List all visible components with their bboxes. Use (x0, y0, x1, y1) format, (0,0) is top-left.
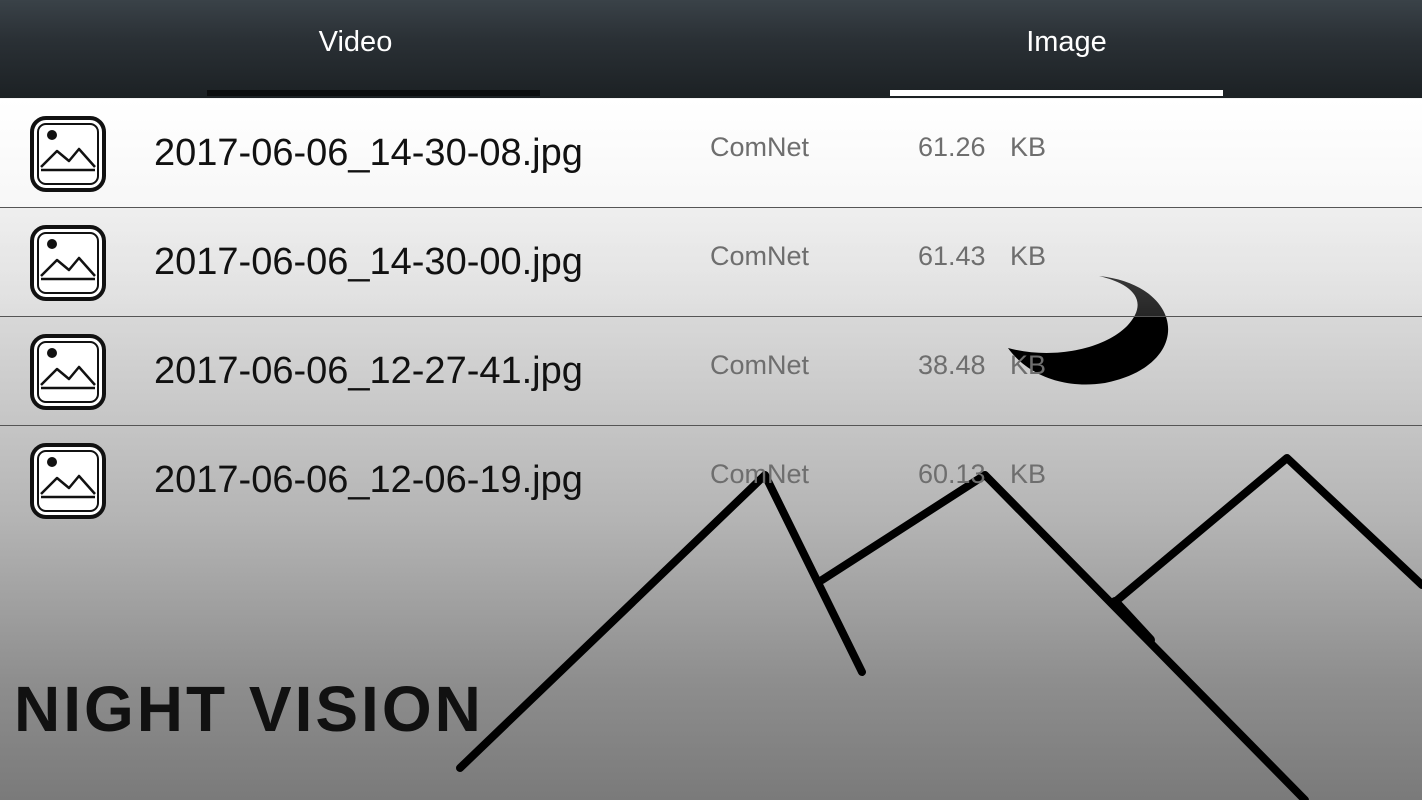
night-vision-brand: NIGHT VISION (14, 673, 484, 745)
file-source: ComNet (710, 459, 810, 489)
list-item[interactable]: 2017-06-06_12-27-41.jpg ComNet 38.48 KB (0, 317, 1422, 426)
image-file-icon (30, 116, 106, 192)
tab-video[interactable]: Video (0, 0, 711, 98)
image-file-icon (30, 225, 106, 301)
list-item[interactable]: 2017-06-06_14-30-08.jpg ComNet 61.26 KB (0, 99, 1422, 208)
file-name: 2017-06-06_14-30-00.jpg (154, 241, 583, 283)
file-name: 2017-06-06_12-06-19.jpg (154, 459, 583, 501)
file-source: ComNet (710, 241, 810, 271)
file-size-unit: KB (1010, 132, 1047, 162)
tab-bar: Video Image (0, 0, 1422, 98)
tab-image[interactable]: Image (711, 0, 1422, 98)
tab-image-label: Image (1026, 26, 1107, 58)
file-size-unit: KB (1010, 350, 1047, 380)
file-size-unit: KB (1010, 241, 1047, 271)
file-size: 61.26 (918, 132, 986, 162)
file-source: ComNet (710, 132, 810, 162)
list-item[interactable]: 2017-06-06_14-30-00.jpg ComNet 61.43 KB (0, 208, 1422, 317)
tab-video-indicator (207, 90, 540, 96)
file-size: 60.13 (918, 459, 986, 489)
image-file-icon (30, 443, 106, 519)
file-size-unit: KB (1010, 459, 1047, 489)
file-name: 2017-06-06_12-27-41.jpg (154, 350, 583, 392)
file-size: 61.43 (918, 241, 986, 271)
tab-image-active-indicator (890, 90, 1223, 96)
tab-video-label: Video (318, 26, 393, 58)
list-item[interactable]: 2017-06-06_12-06-19.jpg ComNet 60.13 KB (0, 426, 1422, 534)
file-name: 2017-06-06_14-30-08.jpg (154, 132, 583, 174)
file-size: 38.48 (918, 350, 986, 380)
image-file-icon (30, 334, 106, 410)
file-source: ComNet (710, 350, 810, 380)
image-file-list: 2017-06-06_14-30-08.jpg ComNet 61.26 KB … (0, 99, 1422, 534)
